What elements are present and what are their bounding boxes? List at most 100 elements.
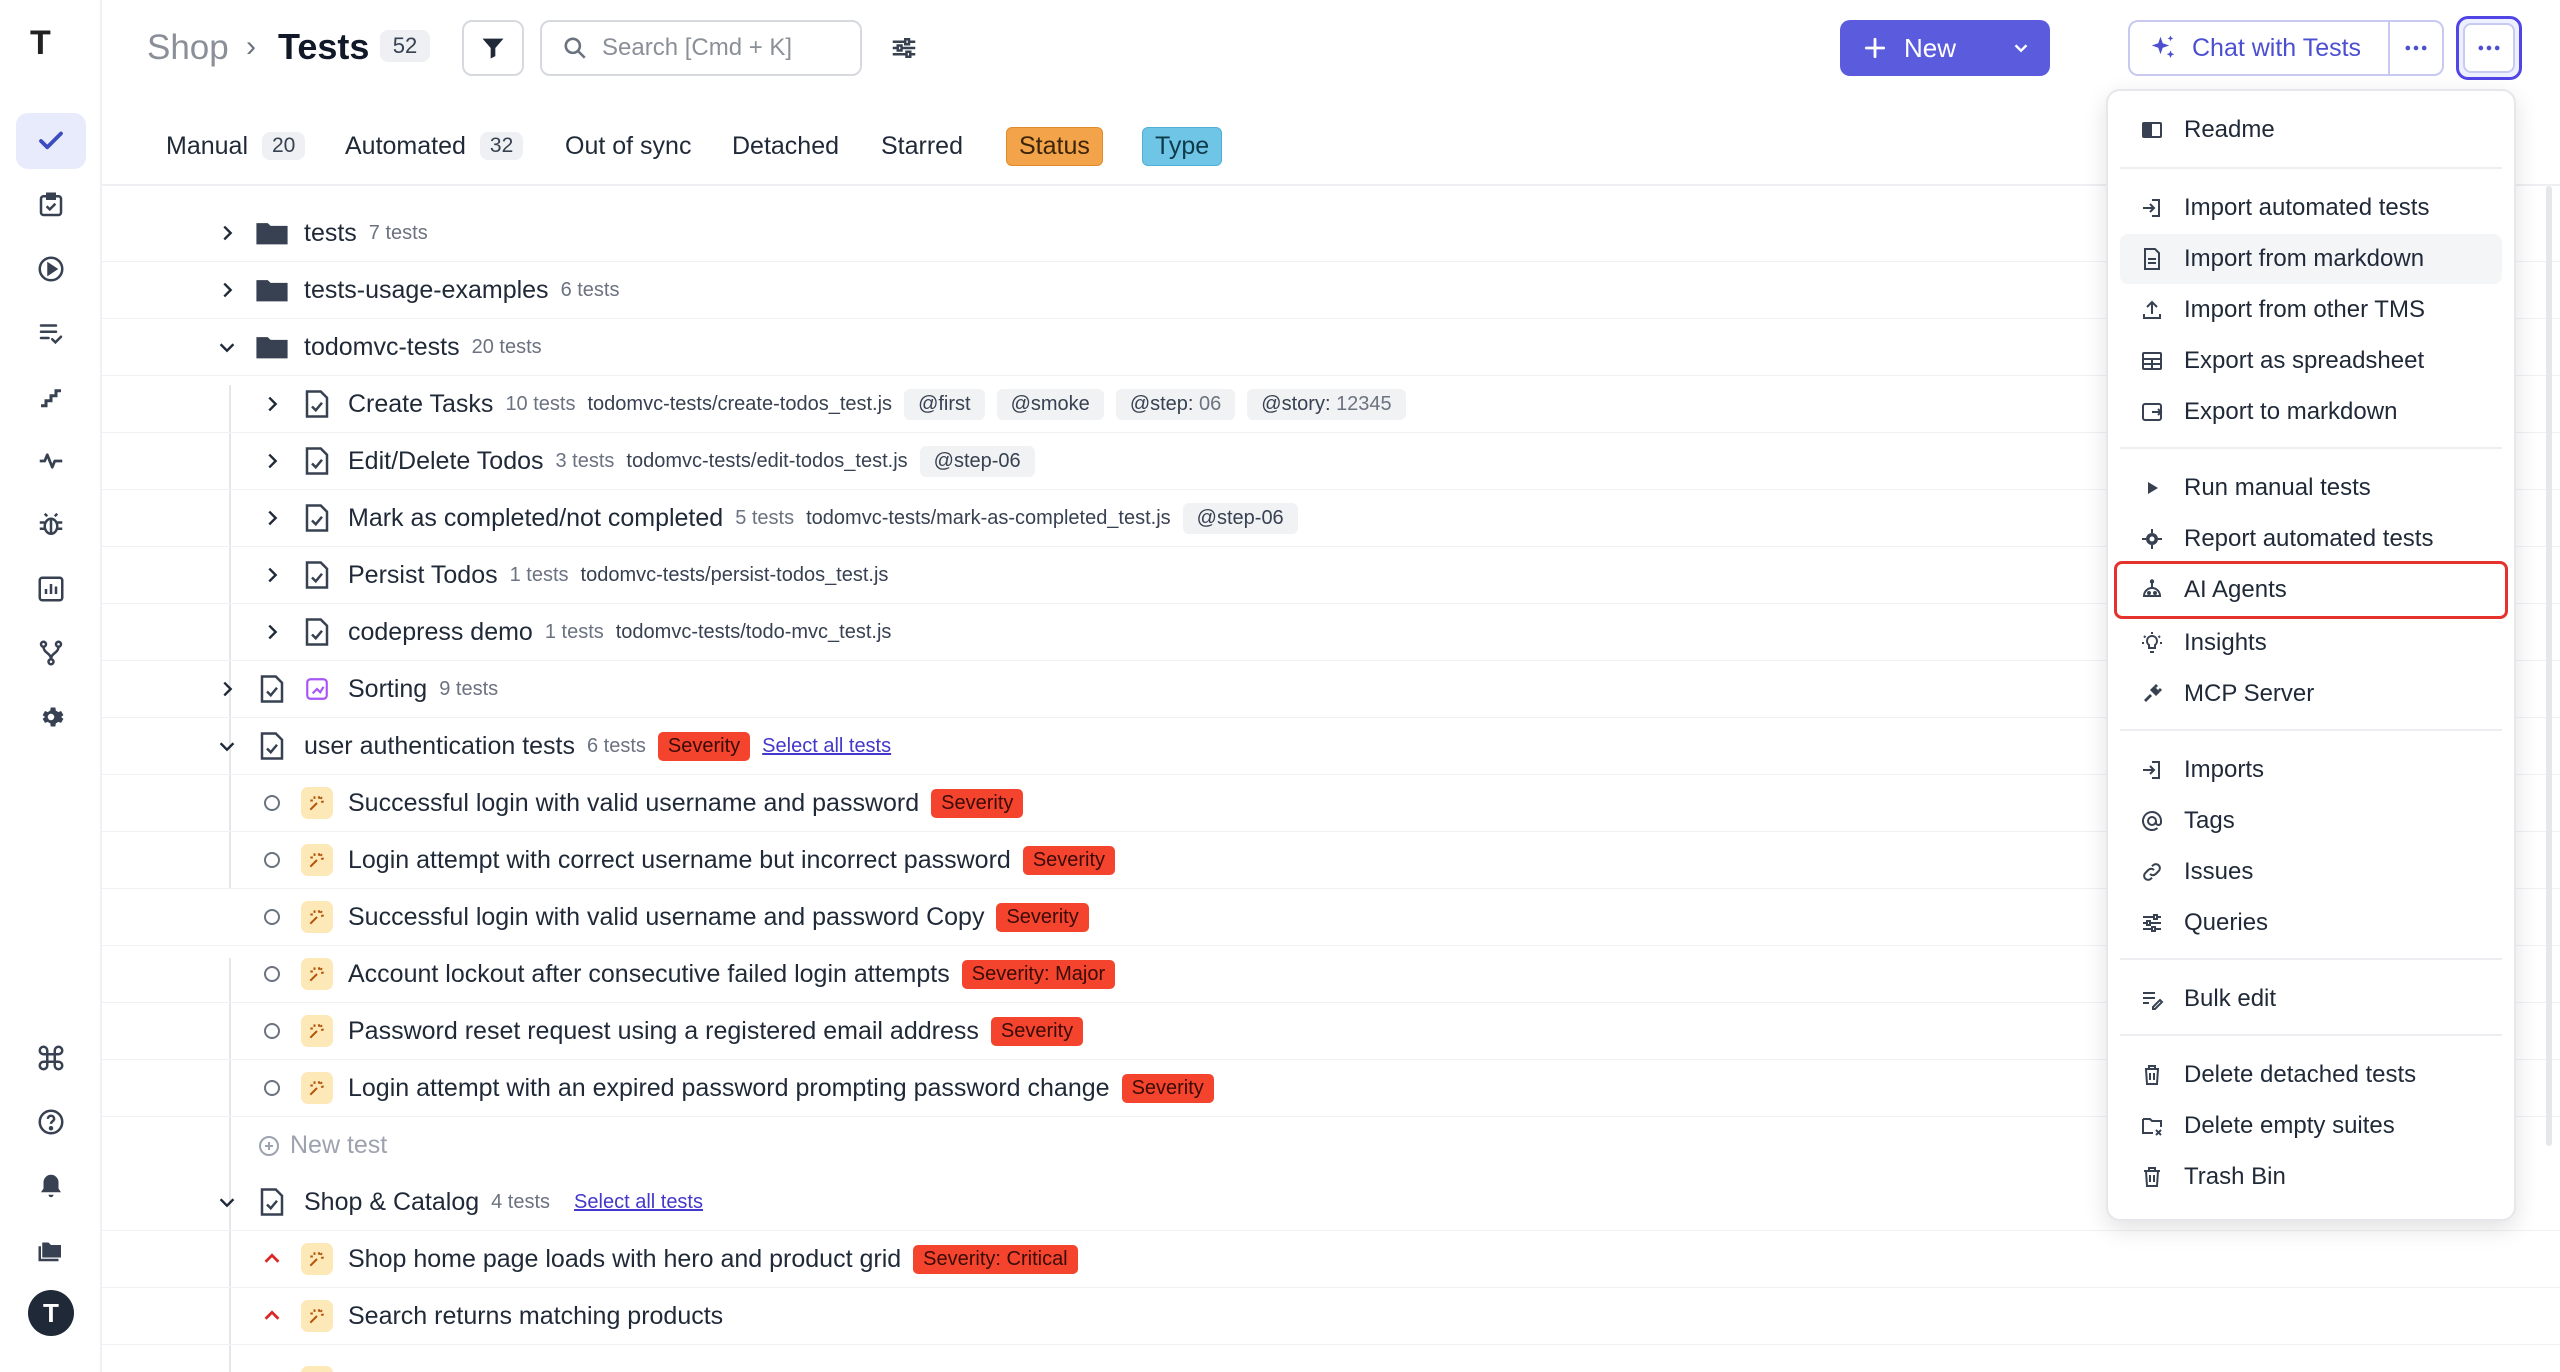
help-button[interactable] [16, 1094, 86, 1150]
export-icon [2142, 403, 2163, 421]
menu-item-tags[interactable]: Tags [2120, 796, 2502, 846]
menu-item-trash-bin[interactable]: Trash Bin [2120, 1152, 2502, 1202]
settings-nav-button[interactable] [16, 689, 86, 745]
menu-item-bulk-edit[interactable]: Bulk edit [2120, 974, 2502, 1024]
tab-count: 20 [262, 132, 306, 160]
menu-item-issues[interactable]: Issues [2120, 847, 2502, 897]
chevron-down-icon[interactable] [212, 731, 242, 761]
chevron-down-icon[interactable] [212, 332, 242, 362]
menu-item-delete-detached[interactable]: Delete detached tests [2120, 1050, 2502, 1100]
chevron-right-icon[interactable] [257, 503, 287, 533]
suite-count: 6 tests [560, 278, 620, 301]
chevron-right-icon[interactable] [257, 617, 287, 647]
menu-item-label: Import automated tests [2184, 194, 2430, 221]
severity-badge: Severity [657, 731, 751, 761]
chevron-right-icon[interactable] [212, 275, 242, 305]
search-box[interactable] [540, 20, 862, 76]
chevron-right-icon[interactable] [257, 560, 287, 590]
menu-item-import-automated[interactable]: Import automated tests [2120, 183, 2502, 233]
file-check-icon [300, 444, 334, 478]
chat-with-tests-button[interactable]: Chat with Tests [2128, 20, 2388, 76]
analytics-nav-button[interactable] [16, 433, 86, 489]
tag-badge[interactable]: @smoke [996, 388, 1104, 420]
status-circle[interactable] [257, 902, 287, 932]
tag-badge[interactable]: @first [904, 388, 985, 420]
projects-button[interactable] [16, 1222, 86, 1278]
defects-nav-button[interactable] [16, 497, 86, 553]
status-circle[interactable] [257, 788, 287, 818]
tab-detached[interactable]: Detached [732, 126, 839, 166]
menu-item-delete-empty-suites[interactable]: Delete empty suites [2120, 1101, 2502, 1151]
test-title: Successful login with valid username and… [348, 788, 920, 817]
tab-starred[interactable]: Starred [881, 126, 963, 166]
menu-item-imports[interactable]: Imports [2120, 745, 2502, 795]
filter-button[interactable] [462, 20, 524, 76]
tab-status[interactable]: Status [1006, 126, 1103, 166]
status-circle[interactable] [257, 845, 287, 875]
menu-item-mcp-server[interactable]: MCP Server [2120, 669, 2502, 719]
menu-item-label: Import from markdown [2184, 245, 2425, 272]
menu-item-report-automated[interactable]: Report automated tests [2120, 514, 2502, 564]
tag-badge[interactable]: @step-06 [919, 445, 1035, 477]
tag-badge[interactable]: @step: 06 [1115, 388, 1236, 420]
test-row[interactable]: Search returns matching products [102, 1288, 2560, 1345]
chevron-down-icon[interactable] [2010, 37, 2032, 59]
severity-badge: Severity [996, 902, 1089, 932]
tag-badge[interactable]: @story: 12345 [1247, 388, 1406, 420]
chevron-right-icon[interactable] [212, 218, 242, 248]
command-palette-button[interactable] [16, 1030, 86, 1086]
notifications-button[interactable] [16, 1158, 86, 1214]
menu-item-label: Issues [2184, 858, 2254, 885]
breadcrumb-project[interactable]: Shop [147, 28, 229, 68]
status-circle[interactable] [257, 1073, 287, 1103]
runs-nav-button[interactable] [16, 177, 86, 233]
reports-nav-button[interactable] [16, 561, 86, 617]
tag-value: 06 [1199, 392, 1222, 415]
app-logo[interactable]: T [30, 24, 72, 66]
tests-count-badge: 52 [380, 30, 430, 62]
tag-badge[interactable]: @step-06 [1182, 502, 1298, 534]
status-circle[interactable] [257, 1016, 287, 1046]
play-nav-button[interactable] [16, 241, 86, 297]
menu-item-readme[interactable]: Readme [2120, 105, 2502, 155]
select-all-tests-link[interactable]: Select all tests [762, 735, 891, 758]
suite-count: 4 tests [491, 1190, 551, 1213]
steps-nav-button[interactable] [16, 369, 86, 425]
avatar[interactable]: T [28, 1290, 74, 1336]
test-row[interactable]: Shop home page loads with hero and produ… [102, 1231, 2560, 1288]
select-all-tests-link[interactable]: Select all tests [574, 1191, 703, 1214]
new-button[interactable]: New [1840, 20, 2050, 76]
menu-item-import-tms[interactable]: Import from other TMS [2120, 285, 2502, 335]
tab-automated[interactable]: Automated 32 [345, 126, 524, 166]
test-title: Successful login with valid username and… [348, 902, 985, 931]
plans-nav-button[interactable] [16, 305, 86, 361]
more-actions-button[interactable] [2456, 16, 2522, 80]
menu-item-label: Export as spreadsheet [2184, 347, 2425, 374]
chevron-down-icon[interactable] [212, 1187, 242, 1217]
sparkles-icon [2151, 35, 2175, 58]
trash-icon [2144, 1167, 2160, 1187]
list-edit-icon [2143, 992, 2164, 1010]
tab-type[interactable]: Type [1142, 126, 1223, 166]
chevron-right-icon[interactable] [257, 446, 287, 476]
suite-count: 10 tests [505, 392, 576, 415]
menu-item-run-manual[interactable]: Run manual tests [2120, 463, 2502, 513]
menu-item-import-markdown[interactable]: Import from markdown [2120, 234, 2502, 284]
search-input[interactable] [602, 34, 842, 62]
chat-options-button[interactable] [2388, 20, 2444, 76]
tab-manual[interactable]: Manual 20 [166, 126, 306, 166]
scrollbar[interactable] [2546, 186, 2552, 1146]
menu-item-export-spreadsheet[interactable]: Export as spreadsheet [2120, 336, 2502, 386]
tab-out-of-sync[interactable]: Out of sync [565, 126, 691, 166]
branches-nav-button[interactable] [16, 625, 86, 681]
view-settings-button[interactable] [884, 28, 924, 68]
menu-item-ai-agents[interactable]: AI Agents [2114, 561, 2508, 619]
menu-item-insights[interactable]: Insights [2120, 618, 2502, 668]
menu-item-export-markdown[interactable]: Export to markdown [2120, 387, 2502, 437]
test-row-partial[interactable] [102, 1345, 2560, 1372]
chevron-right-icon[interactable] [212, 674, 242, 704]
tests-nav-button[interactable] [16, 113, 86, 169]
menu-item-queries[interactable]: Queries [2120, 898, 2502, 948]
status-circle[interactable] [257, 959, 287, 989]
chevron-right-icon[interactable] [257, 389, 287, 419]
